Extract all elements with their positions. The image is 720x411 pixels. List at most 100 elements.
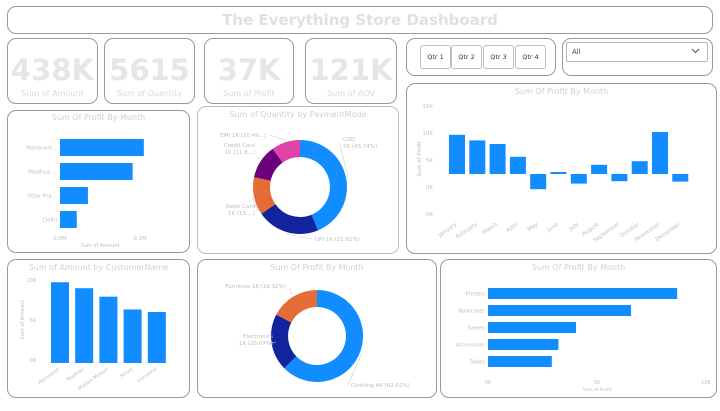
category-label: March bbox=[482, 221, 500, 236]
axis-label: Sum of Profit bbox=[417, 140, 423, 176]
tick-label: 5K bbox=[594, 380, 601, 386]
leader-line bbox=[286, 233, 313, 240]
tick-label: 15K bbox=[422, 104, 433, 110]
category-label: Accessories bbox=[456, 343, 486, 349]
bar bbox=[60, 139, 144, 156]
donut-slice bbox=[276, 290, 317, 323]
qtr-1-button[interactable]: Qtr 1 bbox=[420, 45, 451, 69]
category-label: Madhav bbox=[66, 367, 86, 383]
kpi-label: Sum of Quantity bbox=[116, 89, 183, 98]
bar bbox=[99, 296, 118, 363]
tick-label: 0K bbox=[426, 185, 433, 191]
qtr-2-button[interactable]: Qtr 2 bbox=[451, 45, 482, 69]
slice-label: Clothing 4K (62.62%) bbox=[351, 383, 410, 389]
donut-chart-paymentmode: COD2K (43.74%)UPI 1K (21.61%)Debit Card1… bbox=[220, 133, 377, 243]
bar bbox=[123, 309, 142, 363]
category-label: Sarees bbox=[468, 326, 485, 332]
bar bbox=[488, 356, 552, 367]
bar bbox=[509, 156, 526, 174]
chart-panel-profit-by-subcategory: Sum Of Profit By Month Printers Bookcases… bbox=[440, 259, 717, 398]
bar bbox=[591, 164, 608, 174]
slice-label: Credit Card bbox=[224, 143, 255, 149]
bar bbox=[60, 187, 88, 204]
tick-label: 10K bbox=[701, 380, 711, 386]
bar bbox=[60, 163, 133, 180]
axis-label: Sum of Profit bbox=[582, 387, 611, 393]
category-label: Printers bbox=[466, 292, 486, 298]
kpi-card-quantity[interactable]: 5615 Sum of Quantity bbox=[104, 38, 195, 104]
slice-label: UPI 1K (21.61%) bbox=[315, 237, 360, 243]
category-label: May bbox=[527, 221, 540, 233]
slice-label: Debit Card bbox=[226, 204, 255, 210]
tick-label: 10K bbox=[422, 131, 433, 137]
tick-label: 10K bbox=[26, 278, 36, 284]
bar bbox=[570, 174, 587, 184]
leader-line bbox=[269, 134, 286, 141]
slice-label: COD bbox=[343, 137, 355, 143]
bar bbox=[489, 144, 506, 174]
bar bbox=[631, 161, 648, 174]
bar bbox=[550, 172, 567, 174]
bar-chart-profit-by-subcategory: Printers Bookcases Sarees Accessories Tables… bbox=[456, 288, 712, 393]
tick-label: 5K bbox=[30, 318, 37, 324]
axis-label: Sum of Amount bbox=[20, 301, 26, 340]
bar bbox=[75, 288, 94, 363]
tick-label: 0K bbox=[30, 358, 37, 364]
leader-line bbox=[257, 156, 260, 161]
tick-label: 0K bbox=[485, 380, 492, 386]
slice-label: 1K (20.07%) bbox=[239, 341, 273, 347]
slice-label: EMI 1K (10.49...) bbox=[220, 133, 266, 139]
kpi-label: Sum of AOV bbox=[327, 89, 375, 98]
slice-label: Furniture 1K (16.32%) bbox=[225, 284, 286, 290]
bar bbox=[652, 132, 668, 174]
category-label: Madhya ... bbox=[28, 170, 57, 176]
chart-panel-profit-by-category: Sum Of Profit By Month Clothing 4K (62.6… bbox=[197, 259, 437, 398]
bar bbox=[488, 339, 559, 350]
chart-panel-profit-by-month: Sum Of Profit By Month January February Ma… bbox=[406, 83, 717, 254]
kpi-label: Sum of Amount bbox=[21, 89, 84, 98]
chart-panel-profit-by-state: Sum Of Profit By Month Maharast... Madhya… bbox=[7, 110, 190, 253]
bar-chart-amount-by-customer: Harivansh MadhavMadan Mohan Shiva Vishakha1… bbox=[20, 278, 166, 392]
bar bbox=[488, 288, 678, 299]
bar-chart-profit-by-state: Maharast... Madhya ... Uttar Pra... Delhi 0.… bbox=[26, 139, 147, 249]
category-label: Bookcases bbox=[458, 309, 485, 315]
category-label: April bbox=[505, 221, 519, 233]
bar bbox=[147, 312, 166, 363]
chart-panel-amount-by-customer: Sum of Amount by CustomerName Harivansh M… bbox=[7, 259, 190, 398]
chevron-down-icon bbox=[691, 48, 700, 54]
tick-label: 0.0M bbox=[53, 236, 67, 242]
kpi-card-aov[interactable]: 121K Sum of AOV bbox=[305, 38, 397, 104]
kpi-value: 121K bbox=[309, 53, 393, 87]
bar bbox=[672, 174, 689, 182]
category-label: Tables bbox=[468, 360, 485, 366]
kpi-card-amount[interactable]: 438K Sum of Amount bbox=[7, 38, 98, 104]
dashboard-title: The Everything Store Dashboard bbox=[222, 11, 498, 29]
kpi-value: 37K bbox=[217, 53, 281, 87]
category-label: Uttar Pra... bbox=[27, 194, 57, 200]
filter-dropdown[interactable]: All bbox=[566, 42, 708, 62]
kpi-value: 438K bbox=[10, 53, 94, 87]
bar-chart-profit-by-month: JanuaryFebruary March April May June July Augu… bbox=[417, 104, 689, 244]
category-label: Delhi bbox=[43, 218, 58, 224]
slice-label: 1K (11.8...) bbox=[224, 150, 255, 156]
category-label: June bbox=[546, 221, 561, 234]
qtr-4-button[interactable]: Qtr 4 bbox=[515, 45, 546, 69]
bar bbox=[488, 322, 576, 333]
tick-label: 0.1M bbox=[133, 236, 147, 242]
leader-line bbox=[289, 287, 293, 296]
kpi-card-profit[interactable]: 37K Sum of Profit bbox=[204, 38, 294, 104]
category-label: July bbox=[568, 221, 581, 233]
axis-label: Sum of Amount bbox=[81, 243, 120, 249]
bar bbox=[469, 140, 486, 174]
category-label: February bbox=[455, 221, 479, 240]
donut-chart-profit-by-category: Clothing 4K (62.62%) Electronics1K (20.07… bbox=[225, 284, 410, 389]
category-label: Shiva bbox=[119, 367, 134, 380]
donut-slice bbox=[261, 204, 319, 234]
bar bbox=[488, 305, 631, 316]
category-label: Harivansh bbox=[37, 367, 61, 386]
category-label: Maharast... bbox=[26, 146, 57, 152]
bar bbox=[449, 134, 465, 174]
dashboard-title-bar: The Everything Store Dashboard bbox=[7, 6, 713, 34]
qtr-3-button[interactable]: Qtr 3 bbox=[483, 45, 514, 69]
bar bbox=[611, 174, 628, 182]
